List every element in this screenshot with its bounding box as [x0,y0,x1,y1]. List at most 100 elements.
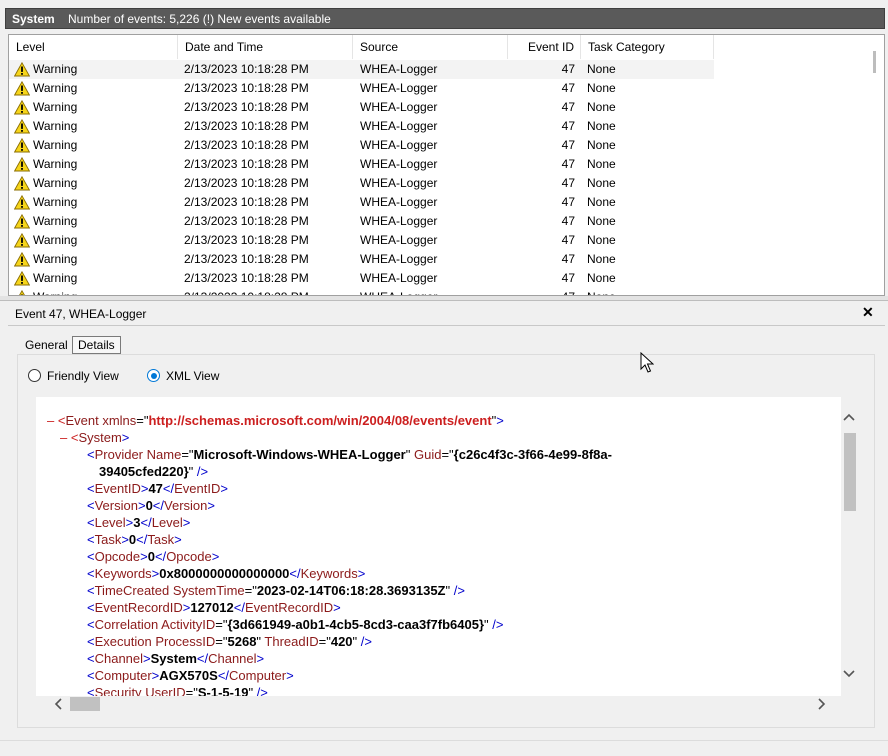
warning-icon [13,175,31,191]
events-scrollbar-thumb[interactable] [873,51,876,73]
xml-line-keywords: <Keywords>0x8000000000000000</Keywords> [87,566,366,581]
cell-level: Warning [33,271,78,285]
cell-date-time: 2/13/2023 10:18:28 PM [184,233,309,247]
cell-task-category: None [587,252,616,266]
scroll-left-icon[interactable] [52,697,66,714]
xml-line-recordid: <EventRecordID>127012</EventRecordID> [87,600,341,615]
column-date-time[interactable]: Date and Time [178,35,353,59]
cell-date-time: 2/13/2023 10:18:28 PM [184,195,309,209]
tab-details[interactable]: Details [72,336,121,354]
xml-view-content[interactable]: – <Event xmlns="http://schemas.microsoft… [36,397,841,696]
cell-task-category: None [587,62,616,76]
cell-date-time: 2/13/2023 10:18:28 PM [184,81,309,95]
warning-icon [13,80,31,96]
event-count-status: Number of events: 5,226 (!) New events a… [68,12,331,26]
xml-line-version: <Version>0</Version> [87,498,215,513]
table-row[interactable]: Warning 2/13/2023 10:18:28 PM WHEA-Logger 4… [9,174,714,193]
radio-unchecked-icon [28,369,41,382]
cell-date-time: 2/13/2023 10:18:28 PM [184,62,309,76]
table-row[interactable]: Warning 2/13/2023 10:18:28 PM WHEA-Logger 4… [9,288,714,295]
xml-vertical-scrollbar-thumb[interactable] [844,433,856,511]
column-task-category[interactable]: Task Category [581,35,714,59]
pane-splitter[interactable] [0,296,888,301]
cell-level: Warning [33,157,78,171]
column-level[interactable]: Level [9,35,178,59]
cell-task-category: None [587,119,616,133]
cell-event-id: 47 [561,252,575,266]
scroll-right-icon[interactable] [814,697,828,714]
cell-source: WHEA-Logger [360,233,438,247]
cell-source: WHEA-Logger [360,157,438,171]
cell-event-id: 47 [561,100,575,114]
cell-source: WHEA-Logger [360,62,438,76]
cell-level: Warning [33,119,78,133]
events-rows: Warning 2/13/2023 10:18:28 PM WHEA-Logger 4… [9,60,714,295]
cell-task-category: None [587,288,616,295]
cell-level: Warning [33,252,78,266]
cell-task-category: None [587,271,616,285]
close-icon[interactable]: ✕ [862,304,874,321]
cell-date-time: 2/13/2023 10:18:28 PM [184,288,309,295]
cell-date-time: 2/13/2023 10:18:28 PM [184,214,309,228]
table-row[interactable]: Warning 2/13/2023 10:18:28 PM WHEA-Logger 4… [9,98,714,117]
cell-level: Warning [33,81,78,95]
cell-event-id: 47 [561,119,575,133]
warning-icon [13,232,31,248]
cell-event-id: 47 [561,195,575,209]
xml-line-provider-cont: 39405cfed220}" /> [99,464,209,479]
warning-icon [13,156,31,172]
cell-task-category: None [587,81,616,95]
xml-horizontal-scrollbar-thumb[interactable] [70,697,100,711]
log-header: System Number of events: 5,226 (!) New e… [0,0,888,36]
cell-level: Warning [33,100,78,114]
table-row[interactable]: Warning 2/13/2023 10:18:28 PM WHEA-Logger 4… [9,193,714,212]
table-row[interactable]: Warning 2/13/2023 10:18:28 PM WHEA-Logger 4… [9,155,714,174]
event-details-separator [8,325,885,326]
friendly-view-label: Friendly View [47,369,119,383]
cell-event-id: 47 [561,81,575,95]
events-scrollbar[interactable] [869,43,883,293]
cell-date-time: 2/13/2023 10:18:28 PM [184,119,309,133]
table-row[interactable]: Warning 2/13/2023 10:18:28 PM WHEA-Logger 4… [9,136,714,155]
scroll-down-icon[interactable] [842,666,856,683]
table-row[interactable]: Warning 2/13/2023 10:18:28 PM WHEA-Logger 4… [9,250,714,269]
warning-icon [13,99,31,115]
cell-event-id: 47 [561,62,575,76]
column-source[interactable]: Source [353,35,508,59]
radio-checked-icon [147,369,160,382]
events-table[interactable]: Level Date and Time Source Event ID Task… [8,34,885,296]
cell-source: WHEA-Logger [360,81,438,95]
status-bar [0,740,888,756]
table-row[interactable]: Warning 2/13/2023 10:18:28 PM WHEA-Logger 4… [9,212,714,231]
column-event-id[interactable]: Event ID [508,35,581,59]
warning-icon [13,118,31,134]
cell-event-id: 47 [561,271,575,285]
xml-line-channel: <Channel>System</Channel> [87,651,265,666]
cell-level: Warning [33,195,78,209]
xml-line-task: <Task>0</Task> [87,532,182,547]
table-row[interactable]: Warning 2/13/2023 10:18:28 PM WHEA-Logger 4… [9,231,714,250]
scroll-up-icon[interactable] [842,411,856,428]
cell-source: WHEA-Logger [360,288,437,295]
cell-level: Warning [33,62,78,76]
table-row[interactable]: Warning 2/13/2023 10:18:28 PM WHEA-Logger 4… [9,269,714,288]
cell-date-time: 2/13/2023 10:18:28 PM [184,157,309,171]
cell-source: WHEA-Logger [360,176,438,190]
cell-level: Warning [33,288,77,295]
cell-event-id: 47 [561,138,575,152]
cell-source: WHEA-Logger [360,214,438,228]
cell-level: Warning [33,233,78,247]
cell-task-category: None [587,100,616,114]
cell-event-id: 47 [561,157,575,171]
cell-event-id: 47 [561,176,575,190]
cell-level: Warning [33,176,78,190]
xml-line-computer: <Computer>AGX570S</Computer> [87,668,294,683]
table-row[interactable]: Warning 2/13/2023 10:18:28 PM WHEA-Logger 4… [9,60,714,79]
table-row[interactable]: Warning 2/13/2023 10:18:28 PM WHEA-Logger 4… [9,117,714,136]
xml-line-provider: <Provider Name="Microsoft-Windows-WHEA-L… [87,447,612,462]
warning-icon [13,213,31,229]
tab-general[interactable]: General [20,336,73,354]
table-row[interactable]: Warning 2/13/2023 10:18:28 PM WHEA-Logger 4… [9,79,714,98]
xml-line-timecreated: <TimeCreated SystemTime="2023-02-14T06:1… [87,583,465,598]
xml-line-system: – <System> [60,430,130,445]
